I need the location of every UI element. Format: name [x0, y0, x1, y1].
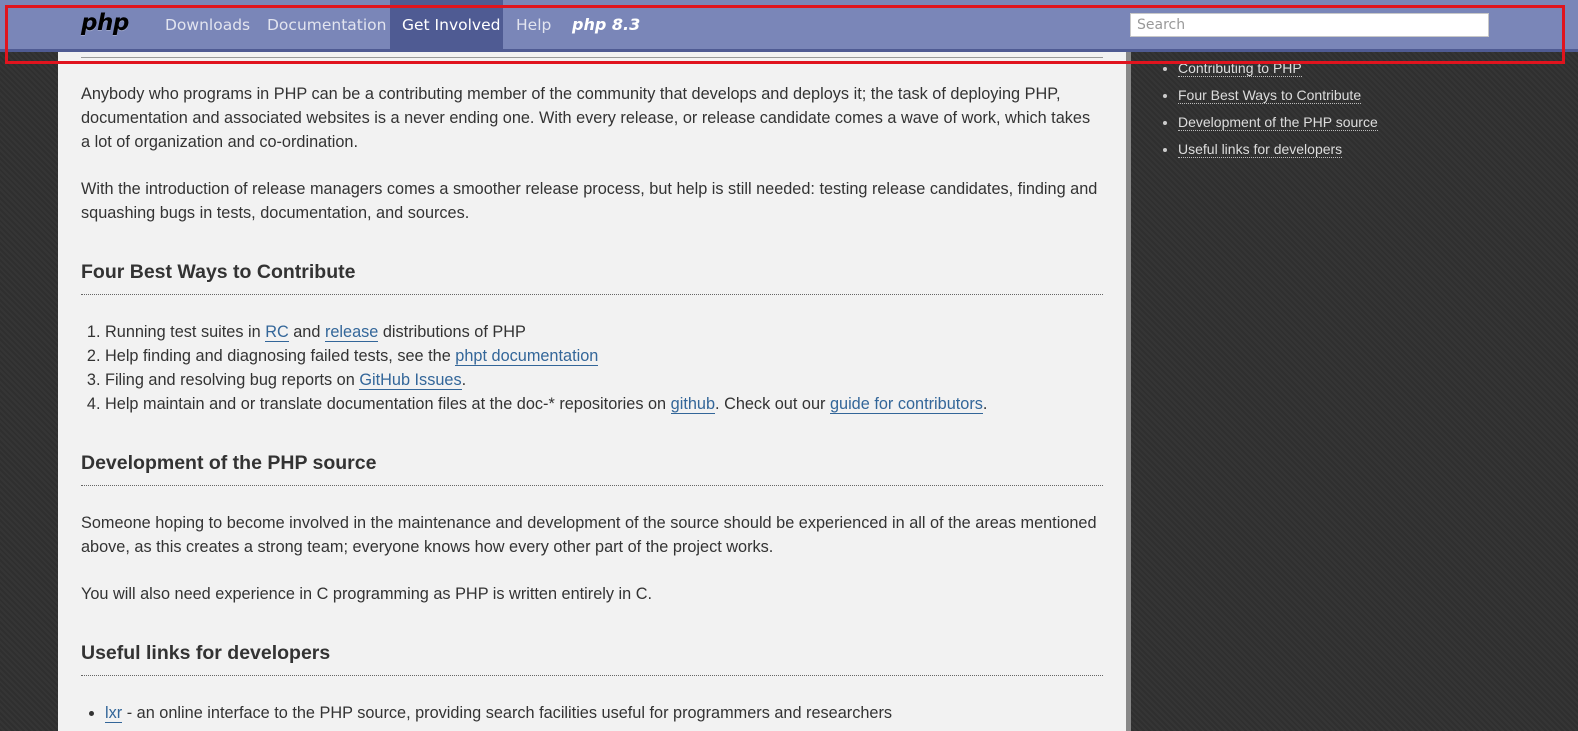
sidebar-item: Four Best Ways to Contribute — [1178, 82, 1378, 109]
phpt-documentation-link[interactable]: phpt documentation — [455, 347, 599, 366]
nav-item-help[interactable]: Help — [504, 0, 563, 49]
php-logo[interactable]: php — [81, 10, 129, 36]
list-item: Help finding and diagnosing failed tests… — [105, 344, 1127, 368]
release-badge-link[interactable]: php 8.3 — [572, 15, 640, 34]
list-item-text: . — [982, 395, 988, 413]
guide-for-contributors-link[interactable]: guide for contributors — [829, 395, 983, 414]
list-item-text: Help finding and diagnosing failed tests… — [105, 347, 456, 365]
nav-item-documentation[interactable]: Documentation — [255, 0, 399, 49]
intro-paragraph-1: Anybody who programs in PHP can be a con… — [81, 85, 1091, 151]
list-item: lxr - an online interface to the PHP sou… — [105, 701, 1127, 725]
lxr-link[interactable]: lxr — [105, 704, 123, 723]
list-item: Running test suites in RC and release di… — [105, 320, 1127, 344]
section-heading-development: Development of the PHP source — [81, 452, 1103, 486]
sidebar-item: Contributing to PHP — [1178, 55, 1378, 82]
list-item-text: Filing and resolving bug reports on — [105, 371, 360, 389]
top-navbar: php Downloads Documentation Get Involved… — [0, 0, 1578, 52]
main-content: Anybody who programs in PHP can be a con… — [58, 0, 1126, 731]
sidebar-link-four-best-ways[interactable]: Four Best Ways to Contribute — [1178, 87, 1362, 104]
nav-item-get-involved[interactable]: Get Involved — [390, 0, 503, 49]
useful-links-list: lxr - an online interface to the PHP sou… — [81, 701, 1127, 725]
sidebar-item: Development of the PHP source — [1178, 109, 1378, 136]
sidebar-link-contributing[interactable]: Contributing to PHP — [1178, 60, 1302, 77]
list-item-text: - an online interface to the PHP source,… — [122, 704, 893, 722]
release-link[interactable]: release — [324, 323, 379, 342]
sidebar-link-useful-links[interactable]: Useful links for developers — [1178, 141, 1343, 158]
github-issues-link[interactable]: GitHub Issues — [359, 371, 462, 390]
nav-item-downloads[interactable]: Downloads — [153, 0, 262, 49]
section-heading-useful-links: Useful links for developers — [81, 642, 1103, 676]
list-item-text: Running test suites in — [105, 323, 266, 341]
sidebar-toc: Contributing to PHP Four Best Ways to Co… — [1154, 55, 1378, 163]
sidebar: Contributing to PHP Four Best Ways to Co… — [1131, 0, 1578, 731]
contribute-list: Running test suites in RC and release di… — [81, 320, 1127, 416]
search-input[interactable] — [1130, 13, 1489, 37]
intro-paragraph-2: With the introduction of release manager… — [81, 180, 1098, 222]
list-item: Help maintain and or translate documenta… — [105, 392, 1127, 416]
sidebar-item: Useful links for developers — [1178, 136, 1378, 163]
development-paragraph-2: You will also need experience in C progr… — [81, 585, 653, 603]
sidebar-link-development[interactable]: Development of the PHP source — [1178, 114, 1378, 131]
development-paragraph-1: Someone hoping to become involved in the… — [81, 514, 1097, 556]
section-heading-contribute: Four Best Ways to Contribute — [81, 261, 1103, 295]
list-item-text: and — [288, 323, 325, 341]
list-item: Filing and resolving bug reports on GitH… — [105, 368, 1127, 392]
list-item-text: Help maintain and or translate documenta… — [105, 395, 671, 413]
list-item-text: . Check out our — [715, 395, 830, 413]
divider — [81, 57, 1103, 58]
list-item-text: distributions of PHP — [378, 323, 526, 341]
list-item-text: . — [461, 371, 467, 389]
rc-link[interactable]: RC — [265, 323, 289, 342]
github-link[interactable]: github — [670, 395, 716, 414]
